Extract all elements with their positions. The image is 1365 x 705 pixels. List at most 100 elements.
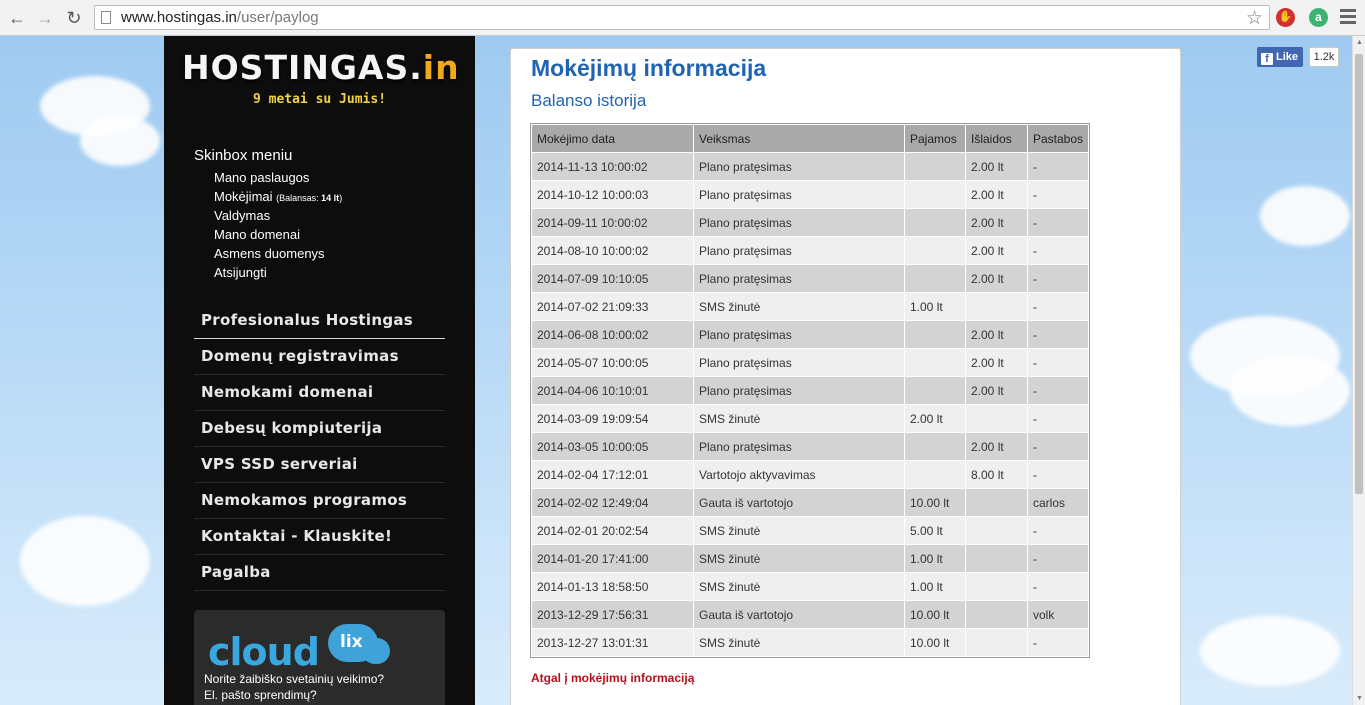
extension-adblock-icon[interactable]: ✋	[1276, 8, 1295, 27]
scroll-up-arrow-icon[interactable]: ▲	[1356, 39, 1363, 46]
site-logo[interactable]: HOSTINGAS.in	[182, 48, 460, 87]
scrollbar-thumb[interactable]	[1355, 54, 1363, 494]
skinbox-item-payments[interactable]: Mokėjimai (Balansas: 14 lt)	[214, 187, 342, 206]
table-row: 2013-12-29 17:56:31 Gauta iš vartotojo 10.…	[531, 600, 1090, 629]
nav-item-vps-ssd[interactable]: VPS SSD serveriai	[194, 447, 445, 483]
cloud-decoration	[1260, 186, 1350, 246]
back-arrow-icon[interactable]: ←	[6, 7, 28, 29]
column-header-notes: Pastabos	[1026, 124, 1090, 153]
table-row: 2014-03-05 10:00:05 Plano pratęsimas 2.00 …	[531, 432, 1090, 461]
page-icon	[101, 11, 111, 24]
cell-date: 2014-03-05 10:00:05	[531, 432, 694, 461]
cloud-decoration	[1200, 616, 1340, 686]
cell-expenses	[965, 516, 1028, 545]
cloudlix-cloud-shape	[362, 638, 390, 664]
skinbox-menu: Mano paslaugos Mokėjimai (Balansas: 14 l…	[214, 168, 342, 282]
skinbox-menu-title: Skinbox meniu	[194, 147, 293, 164]
forward-arrow-icon[interactable]: →	[34, 7, 56, 29]
page-subtitle: Balanso istorija	[531, 91, 647, 110]
table-body: 2014-11-13 10:00:02 Plano pratęsimas 2.00 …	[531, 152, 1090, 657]
logo-main: HOSTINGAS.	[182, 48, 423, 87]
cell-date: 2014-07-02 21:09:33	[531, 292, 694, 321]
bookmark-star-icon[interactable]: ☆	[1246, 7, 1263, 30]
skinbox-item-payments-label: Mokėjimai	[214, 189, 273, 204]
cell-expenses	[965, 404, 1028, 433]
skinbox-item-control[interactable]: Valdymas	[214, 206, 342, 225]
cloud-decoration	[1230, 356, 1350, 426]
cell-date: 2014-03-09 19:09:54	[531, 404, 694, 433]
main-navigation: Profesionalus Hostingas Domenų registrav…	[194, 303, 445, 591]
cell-date: 2014-06-08 10:00:02	[531, 320, 694, 349]
cloudlix-promo-banner[interactable]: lix cloud Norite žaibiško svetainių veik…	[194, 610, 445, 705]
cell-income	[904, 264, 966, 293]
extension-green-icon[interactable]: a	[1309, 8, 1328, 27]
table-header-row: Mokėjimo data Veiksmas Pajamos Išlaidos …	[531, 124, 1090, 153]
cell-action: SMS žinutė	[693, 516, 905, 545]
cell-action: Plano pratęsimas	[693, 264, 905, 293]
skinbox-item-domains[interactable]: Mano domenai	[214, 225, 342, 244]
skinbox-item-logout[interactable]: Atsijungti	[214, 263, 342, 282]
cell-date: 2014-02-02 12:49:04	[531, 488, 694, 517]
reload-icon[interactable]: ↻	[63, 7, 85, 29]
column-header-income: Pajamos	[904, 124, 966, 153]
cell-date: 2014-02-01 20:02:54	[531, 516, 694, 545]
balance-badge: (Balansas: 14 lt)	[276, 193, 343, 203]
facebook-like-button[interactable]: f Like	[1257, 47, 1303, 67]
cell-income	[904, 236, 966, 265]
skinbox-item-personal-data[interactable]: Asmens duomenys	[214, 244, 342, 263]
cloudlix-brand: cloud	[208, 630, 320, 674]
cell-expenses	[965, 600, 1028, 629]
cell-expenses: 8.00 lt	[965, 460, 1028, 489]
cell-income	[904, 432, 966, 461]
table-row: 2014-09-11 10:00:02 Plano pratęsimas 2.00 …	[531, 208, 1090, 237]
nav-item-free-domains[interactable]: Nemokami domenai	[194, 375, 445, 411]
nav-item-professional-hosting[interactable]: Profesionalus Hostingas	[194, 303, 445, 339]
cell-notes: volk	[1026, 600, 1090, 629]
cell-action: SMS žinutė	[693, 292, 905, 321]
address-bar[interactable]: www.hostingas.in/user/paylog ☆	[94, 5, 1270, 30]
nav-item-cloud-computing[interactable]: Debesų kompiuterija	[194, 411, 445, 447]
cell-expenses: 2.00 lt	[965, 264, 1028, 293]
nav-item-domain-registration[interactable]: Domenų registravimas	[194, 339, 445, 375]
cell-notes: -	[1026, 292, 1090, 321]
cell-notes: -	[1026, 460, 1090, 489]
cell-action: Gauta iš vartotojo	[693, 488, 905, 517]
promo-line-1: Norite žaibiško svetainių veikimo?	[204, 672, 385, 686]
nav-item-contacts[interactable]: Kontaktai - Klauskite!	[194, 519, 445, 555]
page-viewport: HOSTINGAS.in 9 metai su Jumis! Skinbox m…	[0, 36, 1352, 705]
table-row: 2014-07-02 21:09:33 SMS žinutė 1.00 lt -	[531, 292, 1090, 321]
cell-income	[904, 208, 966, 237]
cell-notes: -	[1026, 376, 1090, 405]
cell-action: Plano pratęsimas	[693, 208, 905, 237]
vertical-scrollbar[interactable]: ▲ ▼	[1352, 36, 1365, 705]
column-header-date: Mokėjimo data	[531, 124, 694, 153]
browser-toolbar: ← → ↻ www.hostingas.in/user/paylog ☆ ✋ a	[0, 0, 1365, 36]
cloud-decoration	[20, 516, 150, 606]
cell-income: 5.00 lt	[904, 516, 966, 545]
cell-income: 10.00 lt	[904, 488, 966, 517]
nav-item-free-programs[interactable]: Nemokamos programos	[194, 483, 445, 519]
cell-expenses	[965, 544, 1028, 573]
address-url[interactable]: www.hostingas.in/user/paylog	[121, 9, 319, 26]
url-host: www.hostingas.in	[121, 9, 237, 26]
cell-date: 2014-10-12 10:00:03	[531, 180, 694, 209]
sidebar: HOSTINGAS.in 9 metai su Jumis! Skinbox m…	[164, 36, 475, 705]
cell-notes: -	[1026, 152, 1090, 181]
cell-notes: -	[1026, 180, 1090, 209]
back-to-payments-link[interactable]: Atgal į mokėjimų informaciją	[531, 671, 694, 685]
cell-income: 1.00 lt	[904, 292, 966, 321]
cloudlix-brand-suffix: lix	[340, 632, 363, 652]
cell-date: 2014-08-10 10:00:02	[531, 236, 694, 265]
cell-notes: -	[1026, 404, 1090, 433]
cell-action: SMS žinutė	[693, 572, 905, 601]
scroll-down-arrow-icon[interactable]: ▼	[1356, 695, 1363, 702]
cell-notes: carlos	[1026, 488, 1090, 517]
nav-item-help[interactable]: Pagalba	[194, 555, 445, 591]
cell-action: SMS žinutė	[693, 628, 905, 657]
browser-menu-icon[interactable]	[1340, 9, 1356, 27]
promo-text: Norite žaibiško svetainių veikimo? El. p…	[204, 671, 384, 703]
cell-action: Plano pratęsimas	[693, 432, 905, 461]
table-row: 2014-01-13 18:58:50 SMS žinutė 1.00 lt -	[531, 572, 1090, 601]
skinbox-item-services[interactable]: Mano paslaugos	[214, 168, 342, 187]
cell-income	[904, 180, 966, 209]
